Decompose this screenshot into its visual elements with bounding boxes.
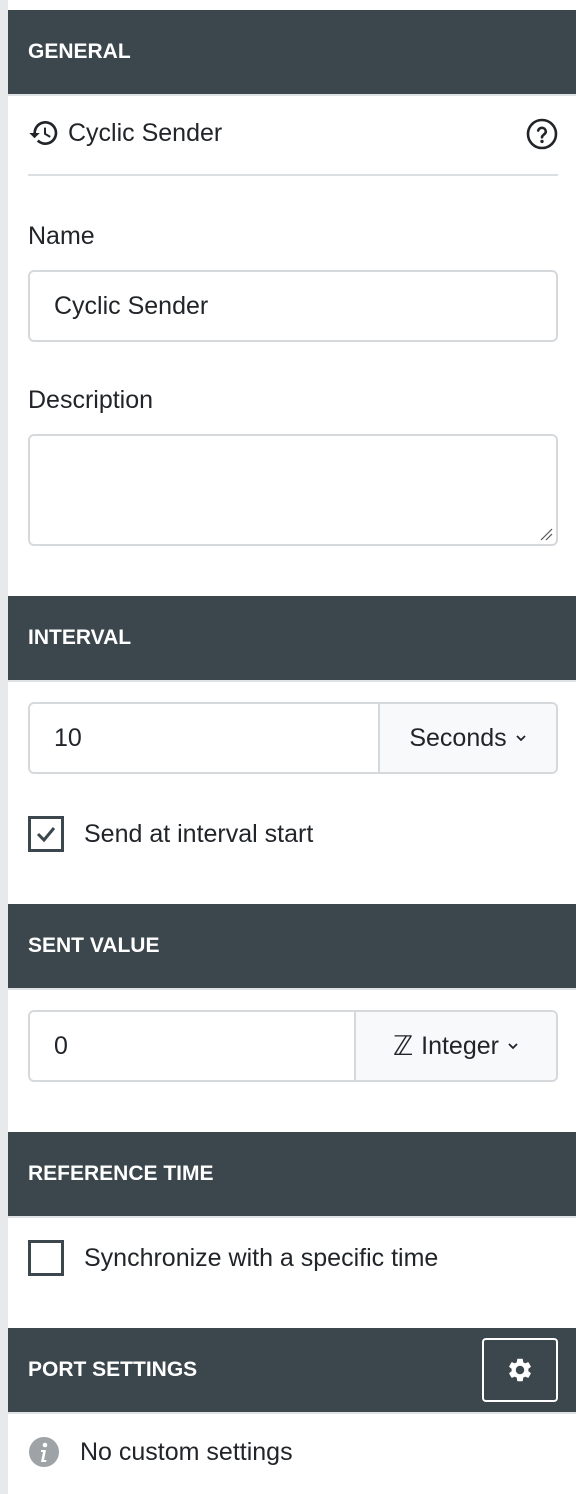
sent-value-input-group: 0 ℤ Integer [28, 1010, 558, 1082]
sent-value-input[interactable]: 0 [30, 1012, 354, 1080]
check-icon [36, 827, 56, 843]
send-at-start-row[interactable]: Send at interval start [28, 816, 313, 852]
port-settings-button[interactable] [482, 1338, 558, 1402]
sent-value-type-label: Integer [421, 1031, 499, 1060]
history-icon [29, 121, 58, 145]
section-title-general: GENERAL [28, 40, 131, 63]
sync-time-row[interactable]: Synchronize with a specific time [28, 1240, 438, 1276]
name-input-value: Cyclic Sender [54, 291, 209, 320]
send-at-start-checkbox[interactable] [28, 816, 64, 852]
resize-handle-icon[interactable] [539, 527, 553, 541]
port-settings-info: No custom settings [28, 1436, 293, 1468]
section-title-port-settings: PORT SETTINGS [28, 1358, 198, 1381]
gear-icon [509, 1358, 531, 1382]
section-header-general: GENERAL [8, 10, 576, 96]
chevron-down-icon [516, 735, 526, 742]
node-title-row: Cyclic Sender [28, 112, 558, 176]
send-at-start-label: Send at interval start [84, 819, 314, 848]
sync-time-label: Synchronize with a specific time [84, 1243, 439, 1272]
panel-left-border [0, 0, 8, 1494]
section-title-interval: INTERVAL [28, 626, 132, 649]
section-header-sent-value: SENT VALUE [8, 904, 576, 990]
description-textarea[interactable] [28, 434, 558, 546]
section-header-port-settings: PORT SETTINGS [8, 1328, 576, 1414]
interval-unit-label: Seconds [409, 723, 507, 752]
properties-panel: GENERAL Cyclic Sender Name Cyclic Sender… [0, 0, 576, 1494]
description-label: Description [28, 386, 154, 414]
section-title-reference-time: REFERENCE TIME [28, 1162, 214, 1185]
section-title-sent-value: SENT VALUE [28, 934, 160, 957]
section-header-reference-time: REFERENCE TIME [8, 1132, 576, 1218]
name-label: Name [28, 222, 95, 250]
interval-unit-dropdown[interactable]: Seconds [378, 704, 556, 772]
interval-input-group: 10 Seconds [28, 702, 558, 774]
section-header-interval: INTERVAL [8, 596, 576, 682]
info-icon [29, 1437, 59, 1467]
help-circle-icon[interactable] [526, 118, 558, 150]
integer-type-icon: ℤ [393, 1030, 414, 1061]
sent-value-type-dropdown[interactable]: ℤ Integer [354, 1012, 556, 1080]
name-input[interactable]: Cyclic Sender [28, 270, 558, 342]
chevron-down-icon [508, 1043, 518, 1050]
sent-value: 0 [54, 1031, 68, 1060]
interval-value-input[interactable]: 10 [30, 704, 378, 772]
interval-value: 10 [54, 723, 82, 752]
sync-time-checkbox[interactable] [28, 1240, 64, 1276]
node-title: Cyclic Sender [68, 118, 223, 147]
port-settings-info-text: No custom settings [80, 1437, 293, 1466]
